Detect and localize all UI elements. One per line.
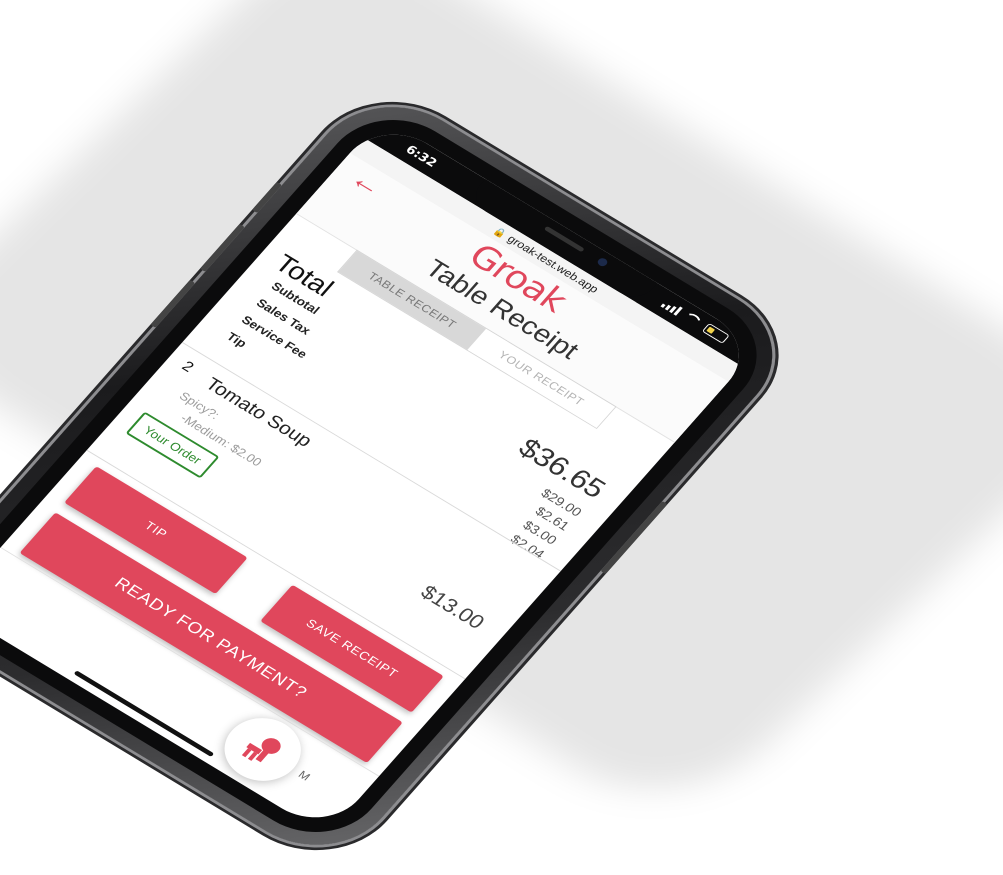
wifi-icon [681,310,705,329]
scene: 6:32 🔒groak-test.web.app ← Groak Table R… [0,0,1003,872]
item-price: $13.00 [416,580,490,634]
front-camera [595,256,610,268]
signal-icon [660,298,684,316]
tip-label: Tip [223,329,250,351]
lock-icon: 🔒 [490,226,509,241]
battery-icon [701,322,730,344]
groak-waiter-icon [241,738,281,763]
item-quantity: 2 [178,358,197,376]
fab-suffix-text: M [295,768,313,784]
